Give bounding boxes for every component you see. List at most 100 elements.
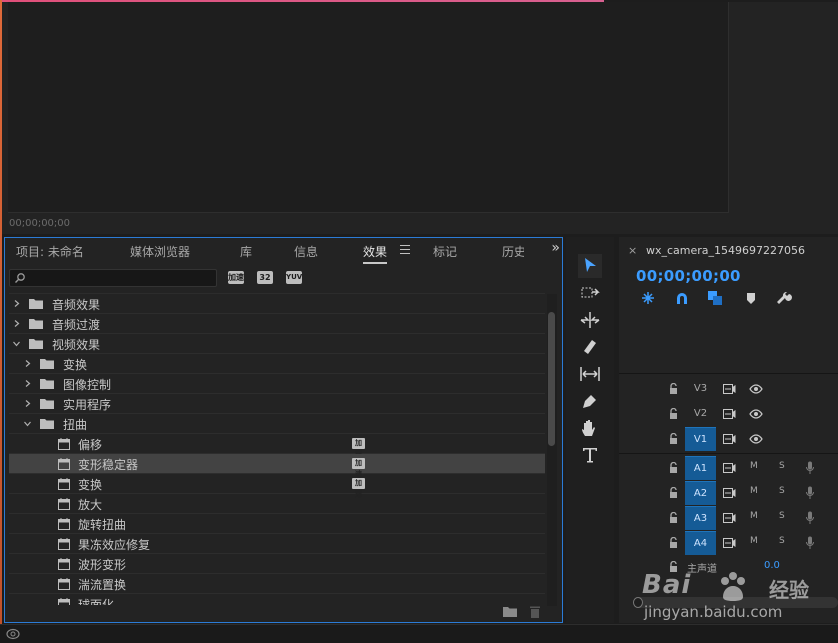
- solo-button[interactable]: S: [779, 461, 785, 471]
- mute-button[interactable]: M: [750, 511, 758, 521]
- tabs-overflow-button[interactable]: »: [551, 240, 560, 256]
- 32bit-filter-icon[interactable]: 32: [257, 271, 273, 284]
- add-marker-icon[interactable]: [743, 290, 759, 306]
- lock-icon[interactable]: [669, 433, 678, 444]
- audio-track-header: A3 M S: [619, 506, 838, 530]
- linked-selection-icon[interactable]: [707, 290, 723, 306]
- tree-folder[interactable]: 音频过渡: [9, 314, 545, 334]
- track-target[interactable]: V3: [685, 377, 716, 401]
- timeline-timecode[interactable]: 00;00;00;00: [636, 267, 741, 285]
- lock-icon[interactable]: [669, 462, 678, 473]
- tree-effect[interactable]: 偏移 加速: [9, 434, 545, 458]
- track-target[interactable]: A3: [685, 506, 716, 530]
- microphone-icon[interactable]: [806, 461, 814, 474]
- type-tool[interactable]: [578, 443, 602, 467]
- track-target[interactable]: A1: [685, 456, 716, 480]
- sync-lock-icon[interactable]: [723, 434, 736, 444]
- tree-effect[interactable]: 湍流置换: [9, 574, 545, 594]
- mute-button[interactable]: M: [750, 536, 758, 546]
- lock-icon[interactable]: [669, 512, 678, 523]
- close-sequence-icon[interactable]: ×: [628, 244, 637, 257]
- sync-lock-icon[interactable]: [723, 463, 736, 473]
- track-target[interactable]: V1: [685, 427, 716, 451]
- ripple-edit-tool[interactable]: [578, 308, 602, 332]
- monitor-timecode[interactable]: 00;00;00;00: [9, 218, 70, 229]
- panel-menu-icon[interactable]: [400, 242, 410, 256]
- tab-history[interactable]: 历史: [502, 243, 524, 260]
- solo-button[interactable]: S: [779, 536, 785, 546]
- track-target[interactable]: A4: [685, 531, 716, 555]
- chevron-right-icon[interactable]: [24, 360, 31, 367]
- chevron-right-icon[interactable]: [13, 300, 20, 307]
- solo-button[interactable]: S: [779, 486, 785, 496]
- lock-icon[interactable]: [669, 487, 678, 498]
- tree-effect[interactable]: 果冻效应修复: [9, 534, 545, 554]
- tab-project[interactable]: 项目: 未命名: [16, 243, 84, 260]
- tree-effect[interactable]: 变换 加速: [9, 474, 545, 498]
- yuv-filter-icon[interactable]: YUV: [286, 271, 302, 284]
- render-status-icon[interactable]: [6, 628, 20, 640]
- search-input[interactable]: [28, 271, 213, 285]
- snap-magnet-icon[interactable]: [674, 290, 690, 306]
- tab-effects[interactable]: 效果: [363, 243, 388, 264]
- pen-tool[interactable]: [578, 389, 602, 413]
- lock-icon[interactable]: [669, 383, 678, 394]
- tree-effect[interactable]: 变形稳定器 加速: [9, 454, 545, 478]
- chevron-right-icon[interactable]: [24, 380, 31, 387]
- chevron-right-icon[interactable]: [24, 400, 31, 407]
- mute-button[interactable]: M: [750, 461, 758, 471]
- tab-markers[interactable]: 标记: [433, 243, 457, 260]
- tree-folder[interactable]: 实用程序: [9, 394, 545, 414]
- sync-lock-icon[interactable]: [723, 384, 736, 394]
- tab-info[interactable]: 信息: [294, 243, 318, 260]
- tree-effect[interactable]: 波形变形: [9, 554, 545, 574]
- solo-button[interactable]: S: [779, 511, 785, 521]
- tree-effect[interactable]: 旋转扭曲: [9, 514, 545, 534]
- microphone-icon[interactable]: [806, 486, 814, 499]
- nest-sequence-icon[interactable]: [640, 290, 656, 306]
- tree-effect[interactable]: 球面化: [9, 594, 545, 605]
- chevron-down-icon[interactable]: [24, 420, 31, 427]
- chevron-right-icon[interactable]: [13, 320, 20, 327]
- chevron-down-icon[interactable]: [13, 340, 20, 347]
- folder-icon: [29, 339, 43, 349]
- monitor-screen[interactable]: [8, 2, 729, 213]
- lock-icon[interactable]: [669, 408, 678, 419]
- sync-lock-icon[interactable]: [723, 513, 736, 523]
- sync-lock-icon[interactable]: [723, 538, 736, 548]
- track-select-tool[interactable]: [578, 281, 602, 305]
- tree-scrollbar[interactable]: [548, 312, 555, 446]
- tree-folder[interactable]: 变换: [9, 354, 545, 374]
- microphone-icon[interactable]: [806, 536, 814, 549]
- lock-icon[interactable]: [669, 537, 678, 548]
- eye-icon[interactable]: [749, 434, 763, 444]
- tree-folder[interactable]: 视频效果: [9, 334, 545, 354]
- microphone-icon[interactable]: [806, 511, 814, 524]
- tree-label: 果冻效应修复: [78, 538, 151, 552]
- razor-tool[interactable]: [578, 335, 602, 359]
- slip-tool[interactable]: [578, 362, 602, 386]
- eye-icon[interactable]: [749, 409, 763, 419]
- selection-tool[interactable]: [578, 254, 602, 278]
- tree-folder[interactable]: 扭曲: [9, 414, 545, 434]
- mute-button[interactable]: M: [750, 486, 758, 496]
- audio-track-header: A2 M S: [619, 481, 838, 505]
- track-target[interactable]: V2: [685, 402, 716, 426]
- video-track-header: V1: [619, 427, 838, 451]
- tree-folder[interactable]: 图像控制: [9, 374, 545, 394]
- eye-icon[interactable]: [749, 384, 763, 394]
- tree-folder[interactable]: 音频效果: [9, 294, 545, 314]
- trash-icon[interactable]: [529, 605, 541, 618]
- tab-media-browser[interactable]: 媒体浏览器: [130, 243, 190, 260]
- hand-tool[interactable]: [578, 416, 602, 440]
- tab-libraries[interactable]: 库: [240, 243, 252, 260]
- new-bin-icon[interactable]: [503, 606, 517, 617]
- sync-lock-icon[interactable]: [723, 409, 736, 419]
- tree-effect[interactable]: 放大: [9, 494, 545, 514]
- sync-lock-icon[interactable]: [723, 488, 736, 498]
- accelerated-filter-icon[interactable]: 加速: [228, 271, 244, 284]
- track-target[interactable]: A2: [685, 481, 716, 505]
- wrench-icon[interactable]: [776, 290, 792, 306]
- sequence-tab[interactable]: wx_camera_1549697227056: [646, 244, 805, 257]
- track-select-icon: [581, 287, 600, 298]
